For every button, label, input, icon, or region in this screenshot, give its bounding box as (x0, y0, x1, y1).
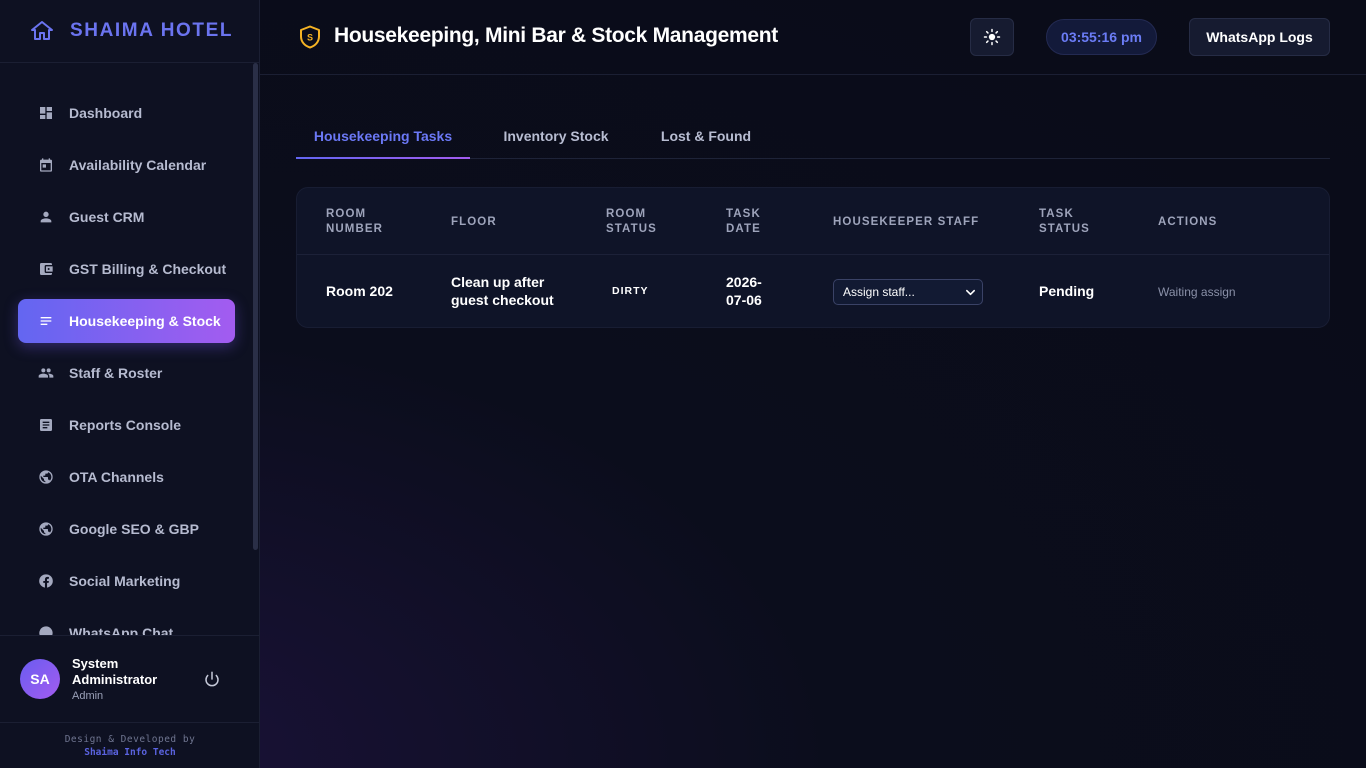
credit-line: Design & Developed by (64, 734, 196, 745)
sidebar-item-label: Housekeeping & Stock (69, 313, 221, 329)
floor-cell: Clean up after guest checkout (451, 274, 554, 308)
sidebar-item-gst-billing[interactable]: GST Billing & Checkout (18, 247, 235, 291)
sun-icon (983, 28, 1001, 46)
shield-icon: S (300, 25, 320, 49)
sidebar-item-label: OTA Channels (69, 469, 164, 485)
housekeeping-tasks-table: Room Number Floor Room Status Task Date … (296, 187, 1330, 328)
sidebar-item-housekeeping[interactable]: Housekeeping & Stock (18, 299, 235, 343)
sidebar-nav: Dashboard Availability Calendar Guest CR… (0, 63, 260, 635)
tab-bar: Housekeeping Tasks Inventory Stock Lost … (296, 113, 1330, 159)
sidebar-item-label: Guest CRM (69, 209, 145, 225)
facebook-icon (37, 572, 55, 590)
sidebar-item-google-seo[interactable]: Google SEO & GBP (18, 507, 235, 551)
tab-lost-and-found[interactable]: Lost & Found (642, 113, 770, 158)
sidebar-item-guest-crm[interactable]: Guest CRM (18, 195, 235, 239)
svg-text:S: S (307, 33, 313, 43)
sidebar-item-label: Availability Calendar (69, 157, 207, 173)
column-header-task-status: Task Status (1039, 208, 1090, 235)
group-icon (37, 364, 55, 382)
sidebar-footer: Design & Developed by Shaima Info Tech (0, 722, 260, 768)
sidebar-item-availability-calendar[interactable]: Availability Calendar (18, 143, 235, 187)
user-info: System Administrator Admin (72, 656, 187, 702)
sidebar: SHAIMA HOTEL Dashboard Availability Cale… (0, 0, 260, 768)
calendar-icon (37, 156, 55, 174)
person-icon (37, 208, 55, 226)
action-status-text: Waiting assign (1158, 285, 1236, 299)
sidebar-item-social-marketing[interactable]: Social Marketing (18, 559, 235, 603)
top-header: S Housekeeping, Mini Bar & Stock Managem… (260, 0, 1366, 75)
sidebar-item-whatsapp-chat[interactable]: WhatsApp Chat (18, 611, 235, 635)
theme-toggle-button[interactable] (970, 18, 1014, 56)
sidebar-scrollbar[interactable] (253, 63, 258, 550)
report-icon (37, 416, 55, 434)
room-number-cell: Room 202 (326, 283, 393, 299)
assign-staff-select[interactable]: Assign staff... (833, 279, 983, 305)
assign-staff-selected: Assign staff... (843, 285, 915, 299)
column-header-housekeeper: Housekeeper Staff (833, 216, 980, 228)
user-role: Admin (72, 690, 104, 702)
column-header-actions: Actions (1158, 216, 1218, 228)
user-panel: SA System Administrator Admin (0, 635, 260, 722)
wallet-icon (37, 260, 55, 278)
sidebar-item-label: Reports Console (69, 417, 182, 433)
brand-name: SHAIMA HOTEL (70, 20, 234, 41)
user-name: System Administrator (72, 656, 158, 687)
sidebar-item-label: GST Billing & Checkout (69, 261, 227, 277)
sidebar-item-label: Staff & Roster (69, 365, 163, 381)
table-header: Room Number Floor Room Status Task Date … (297, 188, 1329, 255)
list-icon (37, 312, 55, 330)
home-icon (31, 21, 53, 40)
whatsapp-logs-button[interactable]: WhatsApp Logs (1189, 18, 1330, 56)
column-header-floor: Floor (451, 216, 497, 228)
room-status-badge: DIRTY (612, 285, 649, 297)
sidebar-item-label: WhatsApp Chat (69, 625, 174, 635)
avatar[interactable]: SA (20, 659, 60, 699)
brand[interactable]: SHAIMA HOTEL (0, 0, 259, 63)
sidebar-item-label: Dashboard (69, 105, 143, 121)
credit-company[interactable]: Shaima Info Tech (0, 746, 260, 759)
dashboard-icon (37, 104, 55, 122)
tab-housekeeping-tasks[interactable]: Housekeeping Tasks (296, 113, 470, 159)
sidebar-item-ota-channels[interactable]: OTA Channels (18, 455, 235, 499)
logout-icon[interactable] (203, 670, 221, 688)
table-row: Room 202 Clean up after guest checkout D… (297, 255, 1329, 327)
sidebar-item-label: Social Marketing (69, 573, 181, 589)
page-title: Housekeeping, Mini Bar & Stock Managemen… (334, 24, 778, 47)
clock-display: 03:55:16 pm (1046, 19, 1157, 55)
chevron-down-icon (966, 289, 975, 296)
globe-icon (37, 468, 55, 486)
column-header-task-date: Task Date (726, 208, 761, 235)
task-status-cell: Pending (1039, 283, 1095, 299)
sidebar-item-label: Google SEO & GBP (69, 521, 199, 537)
column-header-room-number: Room Number (326, 208, 384, 235)
globe-icon (37, 520, 55, 538)
tab-inventory-stock[interactable]: Inventory Stock (480, 113, 632, 158)
sidebar-item-staff-roster[interactable]: Staff & Roster (18, 351, 235, 395)
task-date-cell: 2026-07-06 (726, 274, 762, 308)
sidebar-item-dashboard[interactable]: Dashboard (18, 91, 235, 135)
chat-icon (37, 624, 55, 635)
sidebar-item-reports[interactable]: Reports Console (18, 403, 235, 447)
column-header-room-status: Room Status (606, 208, 657, 235)
